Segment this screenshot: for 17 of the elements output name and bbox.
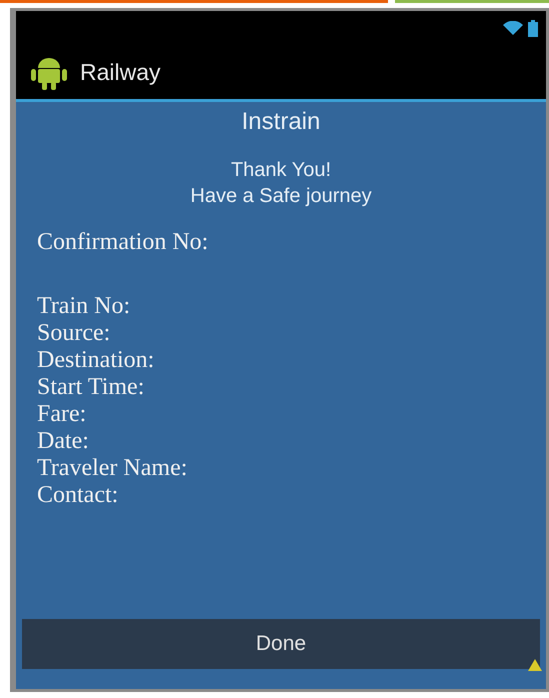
warning-icon — [528, 659, 542, 671]
field-label: Traveler Name: — [37, 455, 188, 481]
app-title: Railway — [80, 58, 161, 87]
message-text: Thank You! — [230, 158, 332, 183]
done-button[interactable]: Done — [22, 619, 540, 669]
field-label: Source: — [37, 320, 110, 346]
field-label: Train No: — [37, 293, 130, 319]
wifi-icon — [503, 21, 523, 35]
confirmation-label: Confirmation No: — [37, 229, 208, 255]
field-label: Destination: — [37, 347, 154, 373]
field-label: Start Time: — [37, 374, 144, 400]
screen-heading: Instrain — [242, 107, 320, 137]
message-text: Have a Safe journey — [190, 184, 372, 209]
field-label: Fare: — [37, 401, 86, 427]
battery-icon — [528, 20, 538, 36]
field-label: Contact: — [37, 482, 118, 508]
field-label: Date: — [37, 428, 89, 454]
